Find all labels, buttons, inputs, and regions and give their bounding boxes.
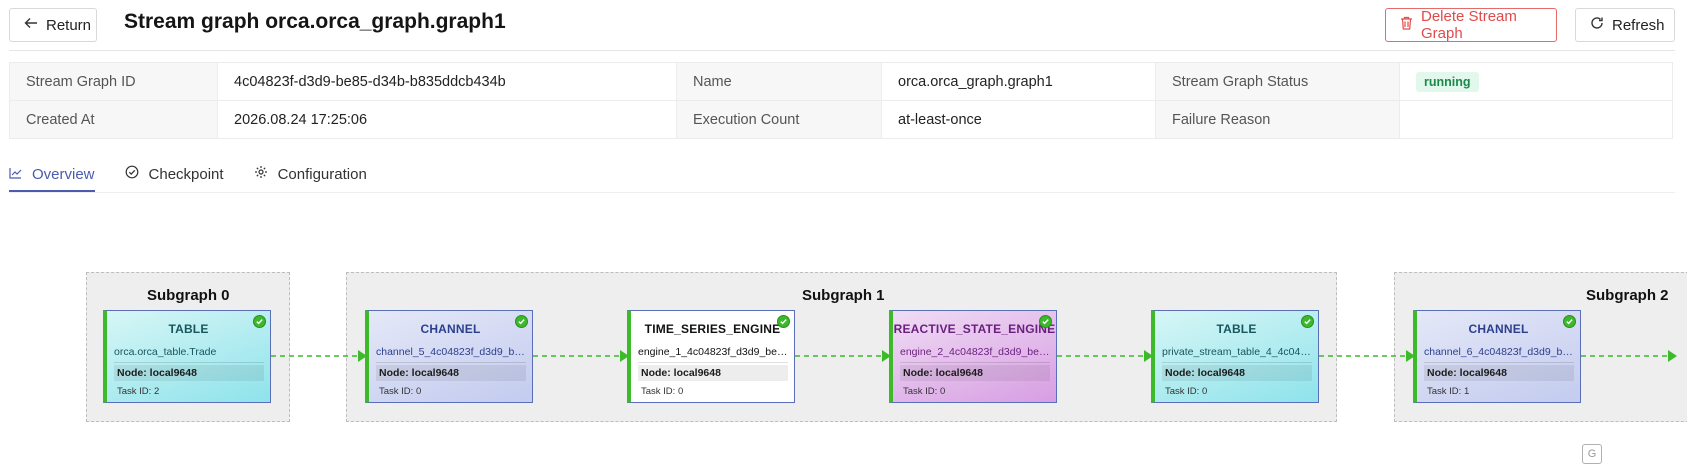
node-name: orca.orca_table.Trade <box>114 346 264 363</box>
graph-node-channel[interactable]: CHANNEL channel_6_4c04823f_d3d9_be... No… <box>1413 310 1581 403</box>
node-name: channel_6_4c04823f_d3d9_be... <box>1424 346 1574 363</box>
node-task-id: Task ID: 2 <box>117 386 160 397</box>
status-ok-icon <box>515 315 528 328</box>
node-name: channel_5_4c04823f_d3d9_be8... <box>376 346 526 363</box>
node-task-id: Task ID: 0 <box>379 386 422 397</box>
node-name: private_stream_table_4_4c048... <box>1162 346 1312 363</box>
status-ok-icon <box>1039 315 1052 328</box>
status-ok-icon <box>1301 315 1314 328</box>
node-host: Node: local9648 <box>1424 365 1574 381</box>
status-ok-icon <box>1563 315 1576 328</box>
node-type: TABLE <box>1216 322 1257 336</box>
node-type: CHANNEL <box>1468 322 1529 336</box>
watermark-logo: G <box>1582 444 1602 464</box>
graph-node-table[interactable]: TABLE private_stream_table_4_4c048... No… <box>1151 310 1319 403</box>
edge-arrow <box>1668 350 1677 362</box>
node-task-id: Task ID: 0 <box>641 386 684 397</box>
graph-node-channel[interactable]: CHANNEL channel_5_4c04823f_d3d9_be8... N… <box>365 310 533 403</box>
status-ok-icon <box>777 315 790 328</box>
graph-node-table[interactable]: TABLE orca.orca_table.Trade Node: local9… <box>103 310 271 403</box>
node-host: Node: local9648 <box>376 365 526 381</box>
node-type: CHANNEL <box>420 322 481 336</box>
node-host: Node: local9648 <box>1162 365 1312 381</box>
graph-node-time-series-engine[interactable]: TIME_SERIES_ENGINE engine_1_4c04823f_d3d… <box>627 310 795 403</box>
node-name: engine_2_4c04823f_d3d9_be8... <box>900 346 1050 363</box>
node-task-id: Task ID: 0 <box>903 386 946 397</box>
graph-node-reactive-state-engine[interactable]: REACTIVE_STATE_ENGINE engine_2_4c04823f_… <box>889 310 1057 403</box>
node-type: REACTIVE_STATE_ENGINE <box>893 322 1056 336</box>
node-host: Node: local9648 <box>114 365 264 381</box>
node-type: TIME_SERIES_ENGINE <box>644 322 781 336</box>
node-name: engine_1_4c04823f_d3d9_be8... <box>638 346 788 363</box>
node-task-id: Task ID: 0 <box>1165 386 1208 397</box>
node-host: Node: local9648 <box>638 365 788 381</box>
watermark-icon: G <box>1582 444 1602 464</box>
status-ok-icon <box>253 315 266 328</box>
node-task-id: Task ID: 1 <box>1427 386 1470 397</box>
node-host: Node: local9648 <box>900 365 1050 381</box>
node-type: TABLE <box>168 322 209 336</box>
